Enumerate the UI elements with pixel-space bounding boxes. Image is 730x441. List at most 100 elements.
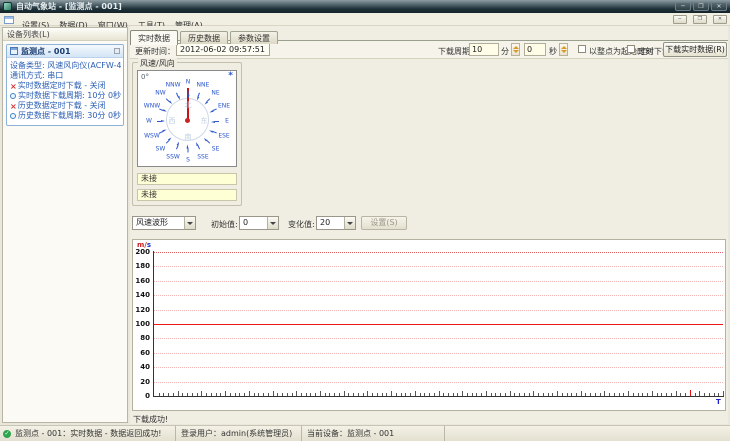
x-axis-tick (585, 393, 587, 396)
compass-direction-label: E (225, 117, 229, 125)
x-axis-tick (201, 391, 203, 396)
wind-speed-field[interactable]: 未接 (137, 173, 237, 185)
main-area: 实时数据 历史数据 参数设置 更新时间： 2012-06-02 09:57:51 下… (130, 26, 728, 424)
mdi-document-icon[interactable] (4, 16, 14, 24)
wind-direction-field[interactable]: 未接 (137, 189, 237, 201)
device-info-line: × 实时数据定时下载 - 关闭 (10, 81, 122, 91)
chevron-down-icon[interactable] (344, 217, 355, 229)
x-axis-tick (552, 393, 554, 396)
chevron-down-icon[interactable] (267, 217, 278, 229)
x-axis-tick (476, 393, 478, 396)
x-axis-tick (642, 393, 644, 396)
status-message: 监测点 - 001：实时数据 - 数据返回成功! (15, 429, 162, 438)
x-axis-tick (282, 393, 284, 396)
pin-icon[interactable] (114, 48, 120, 54)
x-axis-tick (542, 393, 544, 396)
y-axis-tick-label: 160 (135, 276, 150, 285)
x-axis-tick (452, 393, 454, 396)
app-icon (3, 2, 12, 11)
mdi-close-button[interactable]: ✕ (713, 15, 727, 24)
y-axis-tick-label: 80 (140, 334, 150, 343)
device-info-line: 实时数据下载周期: 10分 0秒 (10, 91, 122, 101)
x-axis-label: T (716, 398, 721, 406)
gridline (154, 309, 723, 311)
device-list-header: 设备列表(L) (3, 28, 127, 41)
compass-arrow-icon (159, 108, 168, 114)
x-axis-tick (571, 393, 573, 396)
x-axis-tick (613, 393, 615, 396)
device-info-text: 历史数据定时下载 - 关闭 (17, 101, 106, 110)
device-card-header[interactable]: 监测点 - 001 (7, 45, 123, 58)
app-window: 自动气象站 - [监测点 - 001] ─ ❐ ✕ 设置(S) 数据(D) 窗口(W… (0, 0, 730, 441)
waveform-select[interactable]: 风速波形 (132, 216, 196, 230)
wind-compass: 0° * N NNE NE ENE E ESE SE SSE S SSW SW WSW W WNW NW NN… (137, 70, 237, 167)
x-axis-tick (305, 393, 307, 396)
minutes-input[interactable]: 10 (469, 43, 499, 56)
disabled-cross-icon: × (10, 81, 17, 91)
x-axis-tick (666, 393, 668, 396)
x-axis-tick (177, 391, 179, 396)
close-button[interactable]: ✕ (711, 2, 727, 11)
minimize-button[interactable]: ─ (675, 2, 691, 11)
initial-value-select[interactable]: 0 (239, 216, 279, 230)
tab-inactive[interactable]: 历史数据 (180, 31, 228, 44)
x-axis-tick (457, 393, 459, 396)
seconds-spinner[interactable] (559, 43, 568, 56)
x-axis-tick (196, 393, 198, 396)
tab-active[interactable]: 实时数据 (130, 30, 178, 45)
gridline (154, 338, 723, 340)
x-axis-tick (523, 393, 525, 396)
compass-needle-hub (185, 118, 190, 123)
x-axis-tick (618, 393, 620, 396)
y-axis-tick-label: 0 (145, 392, 150, 400)
y-axis-tick-label: 40 (140, 363, 150, 372)
gridline (154, 252, 723, 253)
align-start-checkbox[interactable] (578, 45, 586, 53)
x-axis-tick (466, 393, 468, 396)
x-axis-tick (656, 393, 658, 396)
x-axis-tick (215, 393, 217, 396)
x-axis-tick (519, 393, 521, 396)
x-axis-tick (632, 393, 634, 396)
update-time-label: 更新时间： (135, 47, 175, 56)
device-card[interactable]: 监测点 - 001 设备类型: 风速风向仪(ACFW-4) 通讯方式: 串口 × 实时… (6, 44, 124, 126)
y-axis-tick-label: 20 (140, 377, 150, 386)
wind-group: 风速/风向 0° * N NNE NE ENE E ESE SE SSE S SSW SW WSW W W… (132, 58, 242, 206)
x-axis-tick (447, 393, 449, 396)
tab-strip: 实时数据 历史数据 参数设置 (130, 26, 728, 45)
download-realtime-button[interactable]: 下载实时数据(R) (663, 42, 727, 57)
compass-arrow-icon (195, 92, 201, 101)
compass-direction-label: SSE (197, 153, 209, 161)
compass-arrow-icon (175, 92, 181, 101)
title-bar: 自动气象站 - [监测点 - 001] ─ ❐ ✕ (0, 0, 730, 13)
device-info-line: 设备类型: 风速风向仪(ACFW-4) (10, 61, 122, 71)
maximize-button[interactable]: ❐ (693, 2, 709, 11)
initial-value-label: 初始值: (211, 220, 238, 229)
minutes-spinner[interactable] (511, 43, 520, 56)
x-axis-tick (405, 393, 407, 396)
current-device: 当前设备：监测点 - 001 (307, 429, 395, 438)
x-axis-tick (168, 393, 170, 396)
x-axis-tick (438, 391, 440, 396)
x-axis-line (153, 396, 724, 397)
settings-button[interactable]: 设置(S) (361, 216, 407, 230)
x-axis-tick (410, 393, 412, 396)
x-axis-tick (661, 393, 663, 396)
x-axis-tick (220, 393, 222, 396)
mdi-minimize-button[interactable]: ─ (672, 15, 687, 24)
x-axis-tick (533, 391, 535, 396)
x-axis-tick (291, 393, 293, 396)
x-axis-tick (367, 391, 369, 396)
x-axis-tick (258, 393, 260, 396)
seconds-input[interactable]: 0 (524, 43, 546, 56)
mdi-restore-button[interactable]: ❐ (692, 15, 707, 24)
timed-download-checkbox[interactable] (627, 45, 635, 53)
x-axis-tick (500, 393, 502, 396)
chevron-down-icon[interactable] (184, 217, 195, 229)
menu-bar: 设置(S)数据(D)窗口(W)工具(T)管理(A) ─ ❐ ✕ (0, 13, 730, 30)
x-axis-tick (386, 393, 388, 396)
change-value-select[interactable]: 20 (316, 216, 356, 230)
tab-inactive[interactable]: 参数设置 (230, 31, 278, 44)
x-axis-tick (580, 391, 582, 396)
device-info-text: 实时数据定时下载 - 关闭 (17, 81, 106, 90)
